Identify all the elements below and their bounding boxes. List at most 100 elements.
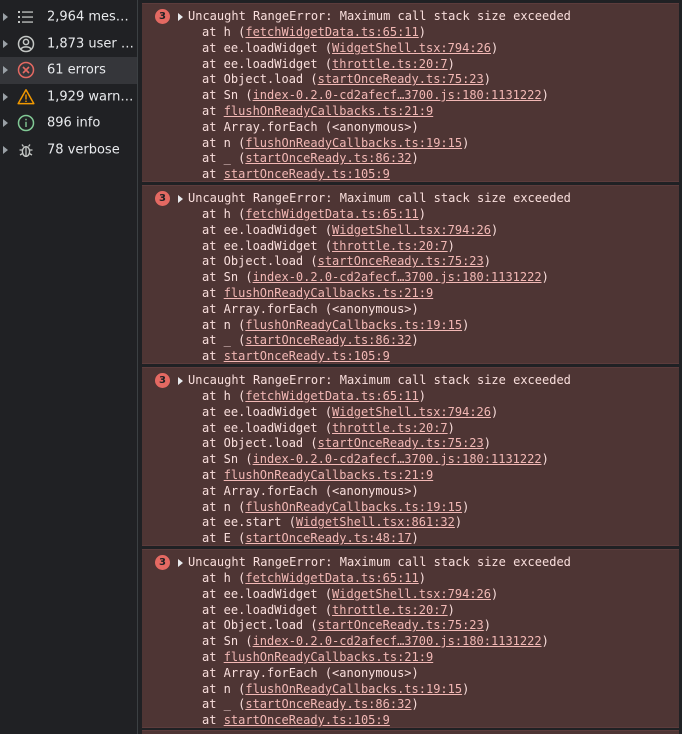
stack-frame: at ee.loadWidget (throttle.ts:20:7) [202,56,455,71]
source-link[interactable]: WidgetShell.tsx:861:32 [296,515,455,529]
source-link[interactable]: startOnceReady.ts:105:9 [224,167,390,181]
source-link[interactable]: startOnceReady.ts:105:9 [224,349,390,363]
repeat-count-badge: 3 [155,191,170,206]
source-link[interactable]: flushOnReadyCallbacks.ts:21:9 [224,286,434,300]
expand-arrow-icon[interactable] [3,145,8,154]
expand-arrow-icon[interactable] [178,13,183,21]
source-link[interactable]: startOnceReady.ts:86:32 [245,333,411,347]
stack-trace: at h (fetchWidgetData.ts:65:11) at ee.lo… [202,571,549,729]
stack-trace: at h (fetchWidgetData.ts:65:11) at ee.lo… [202,207,549,365]
source-link[interactable]: throttle.ts:20:7 [332,57,448,71]
source-link[interactable]: flushOnReadyCallbacks.ts:21:9 [224,468,434,482]
console-output: 3 Uncaught RangeError: Maximum call stac… [139,0,682,734]
stack-frame: at ee.loadWidget (WidgetShell.tsx:794:26… [202,40,499,55]
expand-arrow-icon[interactable] [3,66,8,75]
sidebar-item-errors[interactable]: 61 errors [0,57,137,84]
sidebar-item-info[interactable]: 896 info [0,110,137,137]
source-link[interactable]: WidgetShell.tsx:794:26 [332,41,491,55]
source-link[interactable]: startOnceReady.ts:48:17 [245,531,411,545]
expand-arrow-icon[interactable] [3,13,8,22]
source-link[interactable]: fetchWidgetData.ts:65:11 [245,207,418,221]
sidebar-item-label: 61 errors [47,62,106,78]
stack-frame: at h (fetchWidgetData.ts:65:11) [202,25,426,39]
stack-frame: at E (startOnceReady.ts:48:17) [202,531,419,546]
source-link[interactable]: flushOnReadyCallbacks.ts:21:9 [224,104,434,118]
sidebar-item-label: 78 verbose [47,142,120,158]
stack-frame: at _ (startOnceReady.ts:86:32) [202,697,419,712]
stack-frame: at h (fetchWidgetData.ts:65:11) [202,207,426,221]
source-link[interactable]: fetchWidgetData.ts:65:11 [245,389,418,403]
stack-trace: at h (fetchWidgetData.ts:65:11) at ee.lo… [202,25,549,183]
stack-frame: at ee.loadWidget (WidgetShell.tsx:794:26… [202,404,499,419]
sidebar-item-warnings[interactable]: 1,929 warnings [0,84,137,111]
source-link[interactable]: startOnceReady.ts:75:23 [318,618,484,632]
stack-frame: at Sn (index-0.2.0-cd2afecf…3700.js:180:… [202,452,549,467]
stack-frame: at _ (startOnceReady.ts:86:32) [202,333,419,348]
source-link[interactable]: startOnceReady.ts:105:9 [224,713,390,727]
stack-frame: at n (flushOnReadyCallbacks.ts:19:15) [202,681,470,696]
stack-frame: at Object.load (startOnceReady.ts:75:23) [202,436,491,451]
stack-frame: at ee.loadWidget (WidgetShell.tsx:794:26… [202,222,499,237]
stack-frame: at Object.load (startOnceReady.ts:75:23) [202,618,491,633]
stack-frame: at Array.forEach (<anonymous>) [202,483,419,498]
source-link[interactable]: index-0.2.0-cd2afecf…3700.js:180:1131222 [253,452,542,466]
warning-icon [17,88,35,106]
sidebar-item-messages[interactable]: 2,964 messag… [0,4,137,31]
source-link[interactable]: flushOnReadyCallbacks.ts:19:15 [245,136,462,150]
source-link[interactable]: throttle.ts:20:7 [332,239,448,253]
error-entry[interactable]: 3 Uncaught RangeError: Maximum call stac… [142,549,679,728]
error-entry-partial [142,730,679,734]
error-entry[interactable]: 3 Uncaught RangeError: Maximum call stac… [142,185,679,364]
expand-arrow-icon[interactable] [3,92,8,101]
sidebar-item-label: 1,929 warnings [47,89,135,105]
sidebar-item-user-messages[interactable]: 1,873 user m… [0,31,137,58]
sidebar-item-label: 2,964 messag… [47,9,135,25]
source-link[interactable]: index-0.2.0-cd2afecf…3700.js:180:1131222 [253,88,542,102]
repeat-count-badge: 3 [155,373,170,388]
expand-arrow-icon[interactable] [178,377,183,385]
error-entry[interactable]: 3 Uncaught RangeError: Maximum call stac… [142,3,679,182]
source-link[interactable]: throttle.ts:20:7 [332,603,448,617]
stack-frame: at startOnceReady.ts:105:9 [202,349,390,364]
expand-arrow-icon[interactable] [3,39,8,48]
stack-frame: at Sn (index-0.2.0-cd2afecf…3700.js:180:… [202,270,549,285]
user-icon [17,35,35,53]
stack-frame: at ee.loadWidget (throttle.ts:20:7) [202,420,455,435]
source-link[interactable]: startOnceReady.ts:86:32 [245,151,411,165]
stack-frame: at flushOnReadyCallbacks.ts:21:9 [202,103,434,118]
console-sidebar: 2,964 messag… 1,873 user m… 61 errors [0,0,138,734]
stack-frame: at ee.start (WidgetShell.tsx:861:32) [202,515,463,530]
source-link[interactable]: index-0.2.0-cd2afecf…3700.js:180:1131222 [253,634,542,648]
stack-frame: at ee.loadWidget (WidgetShell.tsx:794:26… [202,586,499,601]
sidebar-item-verbose[interactable]: 78 verbose [0,137,137,164]
source-link[interactable]: fetchWidgetData.ts:65:11 [245,25,418,39]
stack-trace: at h (fetchWidgetData.ts:65:11) at ee.lo… [202,389,549,547]
source-link[interactable]: startOnceReady.ts:75:23 [318,254,484,268]
stack-frame: at n (flushOnReadyCallbacks.ts:19:15) [202,317,470,332]
stack-frame: at Sn (index-0.2.0-cd2afecf…3700.js:180:… [202,634,549,649]
stack-frame: at h (fetchWidgetData.ts:65:11) [202,571,426,585]
expand-arrow-icon[interactable] [178,195,183,203]
source-link[interactable]: index-0.2.0-cd2afecf…3700.js:180:1131222 [253,270,542,284]
source-link[interactable]: WidgetShell.tsx:794:26 [332,223,491,237]
source-link[interactable]: flushOnReadyCallbacks.ts:19:15 [245,682,462,696]
source-link[interactable]: startOnceReady.ts:75:23 [318,72,484,86]
sidebar-item-label: 896 info [47,115,101,131]
stack-frame: at flushOnReadyCallbacks.ts:21:9 [202,649,434,664]
expand-arrow-icon[interactable] [3,119,8,128]
source-link[interactable]: flushOnReadyCallbacks.ts:19:15 [245,318,462,332]
expand-arrow-icon[interactable] [178,559,183,567]
source-link[interactable]: startOnceReady.ts:86:32 [245,697,411,711]
source-link[interactable]: throttle.ts:20:7 [332,421,448,435]
source-link[interactable]: fetchWidgetData.ts:65:11 [245,571,418,585]
error-message: Uncaught RangeError: Maximum call stack … [188,9,571,23]
source-link[interactable]: flushOnReadyCallbacks.ts:21:9 [224,650,434,664]
source-link[interactable]: WidgetShell.tsx:794:26 [332,405,491,419]
source-link[interactable]: WidgetShell.tsx:794:26 [332,587,491,601]
error-entry[interactable]: 3 Uncaught RangeError: Maximum call stac… [142,367,679,546]
stack-frame: at Object.load (startOnceReady.ts:75:23) [202,72,491,87]
source-link[interactable]: flushOnReadyCallbacks.ts:19:15 [245,500,462,514]
stack-frame: at Array.forEach (<anonymous>) [202,665,419,680]
source-link[interactable]: startOnceReady.ts:75:23 [318,436,484,450]
stack-frame: at Object.load (startOnceReady.ts:75:23) [202,254,491,269]
